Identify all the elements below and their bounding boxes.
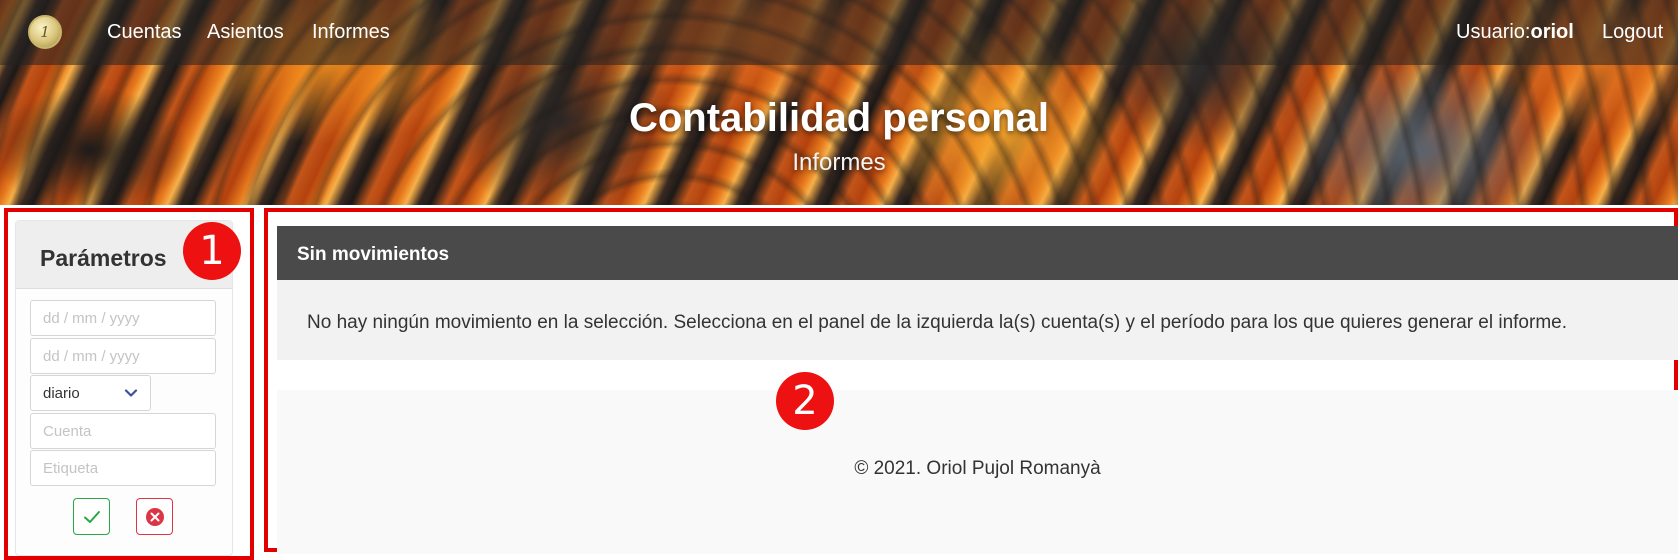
nav-link-informes[interactable]: Informes <box>312 21 390 44</box>
date-from-input[interactable] <box>43 309 203 327</box>
results-panel: Sin movimientos No hay ningún movimiento… <box>277 226 1678 360</box>
confirm-button[interactable] <box>73 498 110 535</box>
user-indicator: Usuario:oriol <box>1456 21 1574 44</box>
cancel-button[interactable] <box>136 498 173 535</box>
annotation-badge-1: 1 <box>183 222 241 280</box>
account-input[interactable] <box>43 422 203 440</box>
page-title: Contabilidad personal <box>628 96 1050 140</box>
chevron-down-icon <box>124 389 138 397</box>
footer: © 2021. Oriol Pujol Romanyà <box>277 390 1678 554</box>
navbar: 1 Cuentas Asientos Informes Usuario:orio… <box>0 0 1678 65</box>
tag-field[interactable] <box>30 450 216 486</box>
footer-copyright: © 2021. Oriol Pujol Romanyà <box>854 458 1101 479</box>
page-subtitle: Informes <box>792 149 886 176</box>
period-select-value: diario <box>43 384 80 402</box>
tag-input[interactable] <box>43 459 203 477</box>
parameters-title: Parámetros <box>40 245 167 271</box>
logout-link[interactable]: Logout <box>1602 21 1663 44</box>
close-circle-icon <box>145 507 164 526</box>
results-header: Sin movimientos <box>277 226 1678 280</box>
annotation-badge-2: 2 <box>776 372 834 430</box>
nav-link-asientos[interactable]: Asientos <box>207 21 284 44</box>
results-title: Sin movimientos <box>297 244 450 265</box>
date-to-field[interactable] <box>30 338 216 374</box>
nav-link-cuentas[interactable]: Cuentas <box>107 21 182 44</box>
user-name: oriol <box>1530 21 1574 43</box>
account-field[interactable] <box>30 413 216 449</box>
coin-logo-icon[interactable]: 1 <box>28 15 62 49</box>
date-from-field[interactable] <box>30 300 216 336</box>
empty-state-message: No hay ningún movimiento en la selección… <box>307 312 1568 333</box>
hero-banner: 1 Cuentas Asientos Informes Usuario:orio… <box>0 0 1678 205</box>
period-select[interactable]: diario <box>30 375 151 411</box>
date-to-input[interactable] <box>43 347 203 365</box>
check-icon <box>83 510 100 523</box>
user-label: Usuario: <box>1456 21 1531 43</box>
